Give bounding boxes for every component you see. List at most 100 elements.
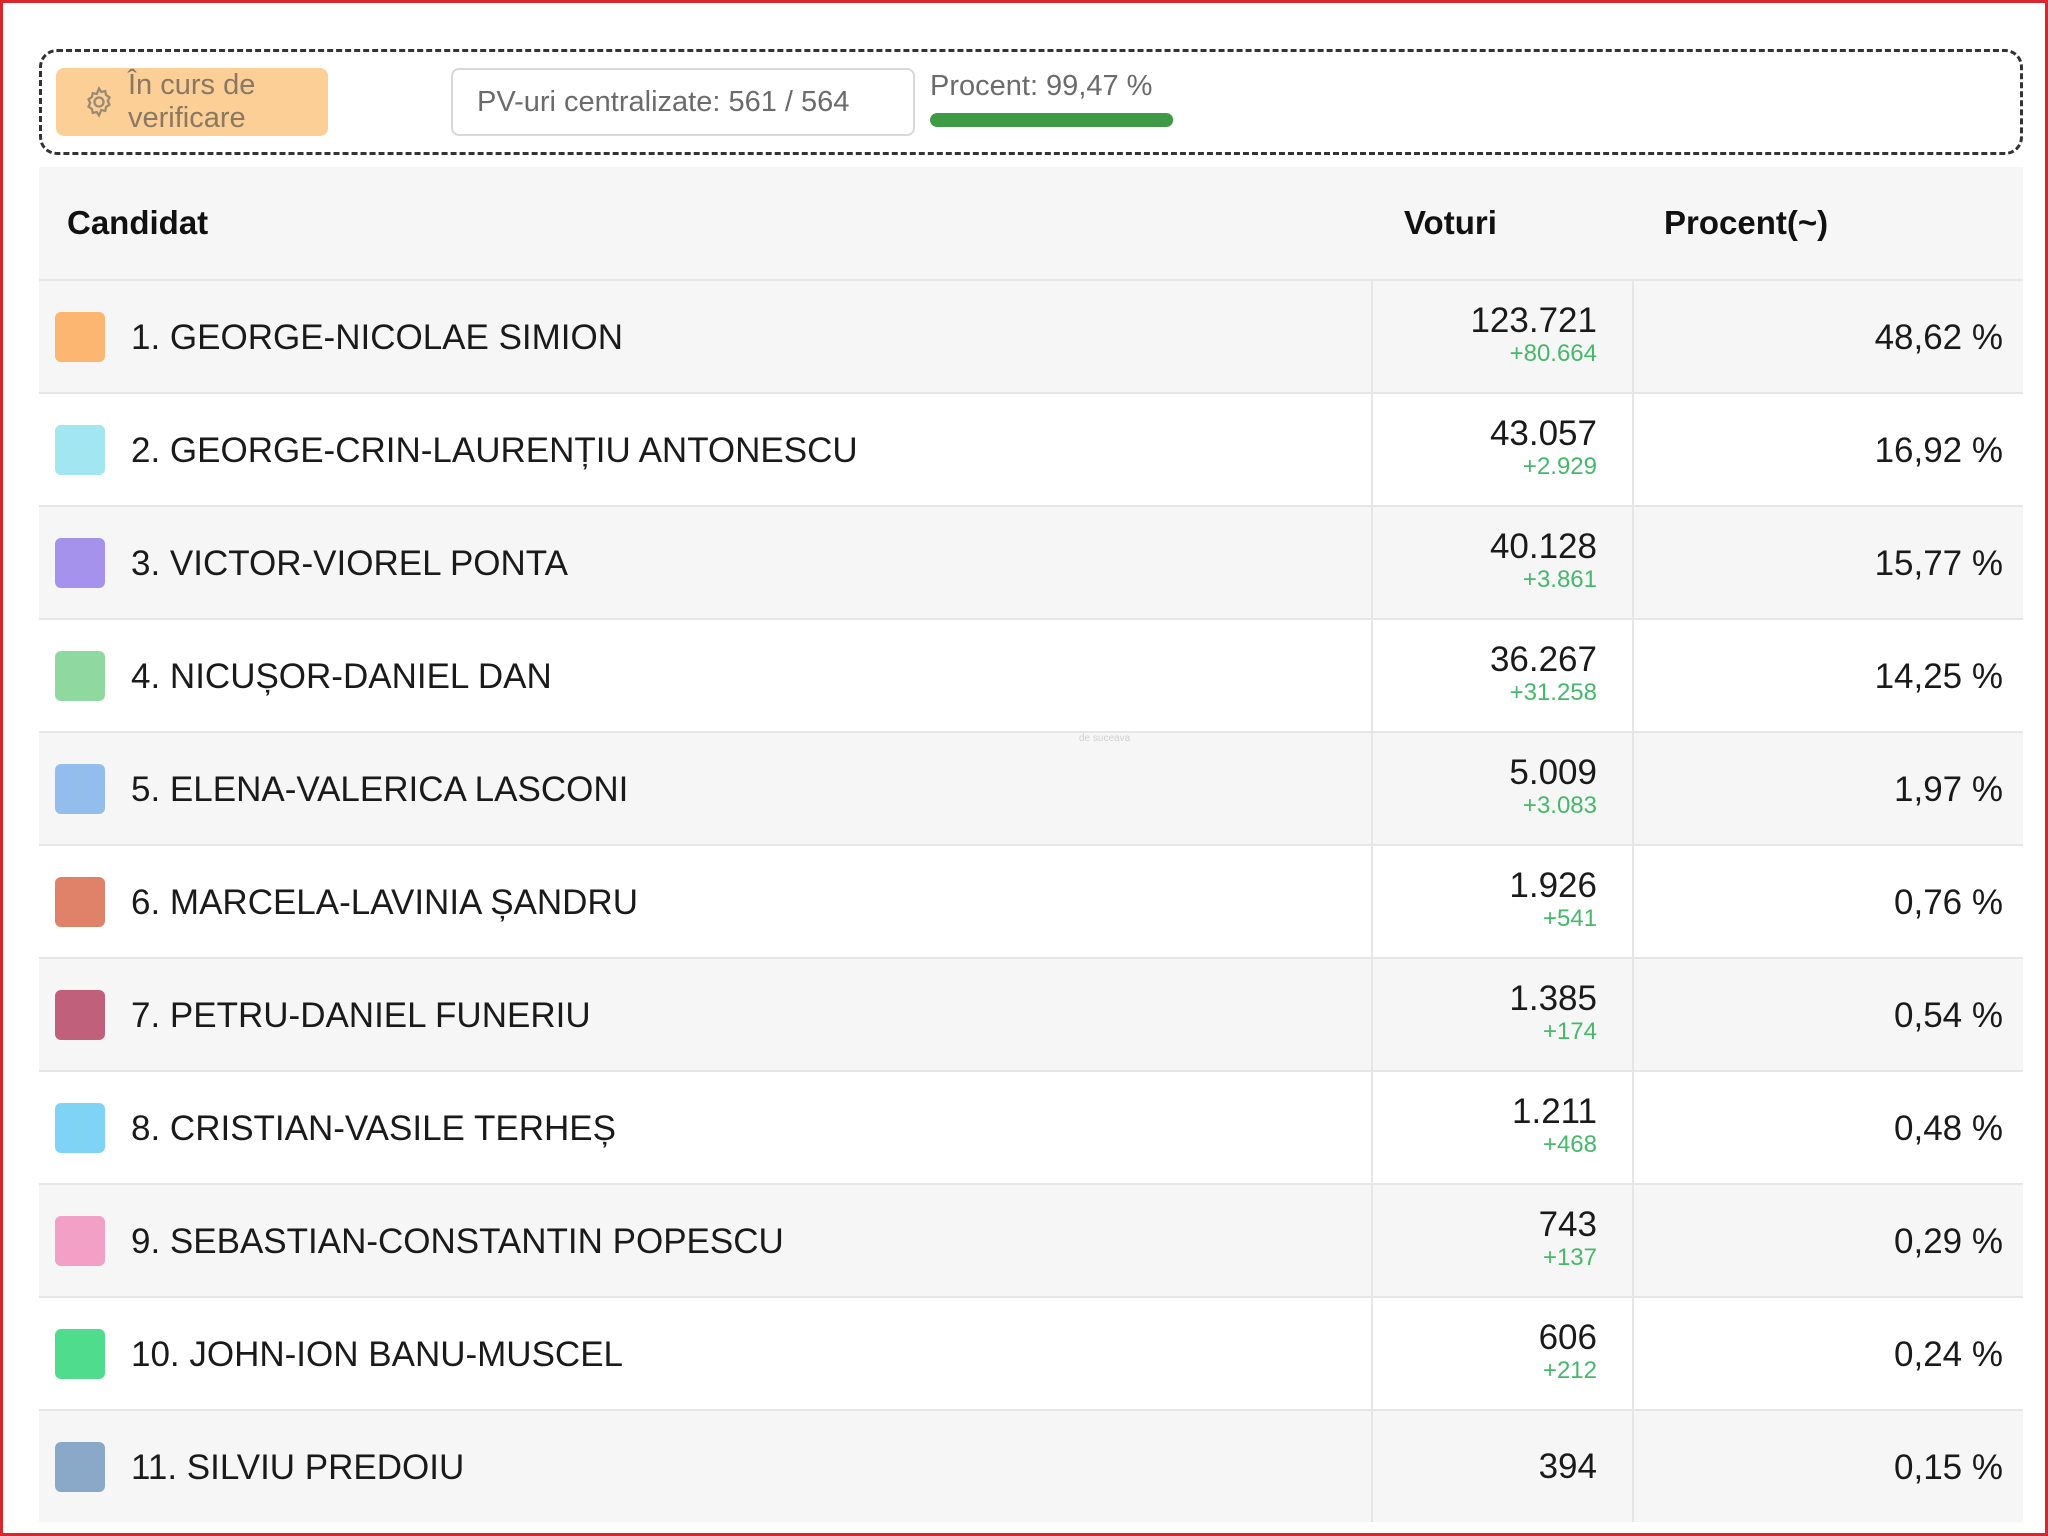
votes-total: 1.385 [1509,979,1597,1018]
votes-total: 1.211 [1512,1092,1597,1131]
percent-cell: 0,48 % [1894,1108,2003,1148]
procent-label: Procent: 99,47 % [930,70,1153,102]
candidate-name: 11. SILVIU PREDOIU [131,1447,465,1487]
table-row: 8. CRISTIAN-VASILE TERHEȘ 1.211 +468 0,48 % [39,1070,2023,1183]
results-table: Candidat Voturi Procent(~) 1. GEORGE-NIC… [39,167,2023,1522]
votes-delta: +174 [1542,1018,1597,1045]
percent-cell: 1,97 % [1894,769,2003,809]
votes-cell: 606 +212 [1539,1318,1597,1384]
candidate-color-swatch [55,1329,105,1379]
votes-delta: +3.861 [1522,566,1597,593]
percent-cell: 48,62 % [1874,317,2003,357]
votes-delta: +137 [1542,1244,1597,1271]
votes-cell: 123.721 +80.664 [1470,301,1597,367]
table-row: 10. JOHN-ION BANU-MUSCEL 606 +212 0,24 % [39,1296,2023,1409]
votes-total: 43.057 [1489,414,1597,453]
votes-delta: +80.664 [1509,340,1597,367]
candidate-name: 2. GEORGE-CRIN-LAURENȚIU ANTONESCU [131,430,858,470]
candidate-color-swatch [55,312,105,362]
votes-delta: +3.083 [1522,792,1597,819]
candidate-color-swatch [55,425,105,475]
candidate-name: 8. CRISTIAN-VASILE TERHEȘ [131,1108,616,1148]
votes-cell: 5.009 +3.083 [1509,753,1597,819]
votes-delta: +2.929 [1522,453,1597,480]
votes-delta: +31.258 [1509,679,1597,706]
procent-indicator: Procent: 99,47 % [930,70,1192,127]
header-candidat: Candidat [67,204,209,241]
candidate-name: 5. ELENA-VALERICA LASCONI [131,769,629,809]
candidate-name: 6. MARCELA-LAVINIA ȘANDRU [131,882,638,922]
percent-cell: 16,92 % [1874,430,2003,470]
page-frame: În curs de verificare PV-uri centralizat… [0,0,2048,1536]
column-divider [1632,394,1634,505]
votes-cell: 743 +137 [1539,1205,1597,1271]
table-row: 5. ELENA-VALERICA LASCONI 5.009 +3.083 1,97… [39,731,2023,844]
candidate-name: 3. VICTOR-VIOREL PONTA [131,543,568,583]
column-divider [1371,507,1373,618]
column-divider [1632,959,1634,1070]
percent-cell: 0,24 % [1894,1334,2003,1374]
votes-cell: 394 [1539,1447,1597,1487]
watermark: de suceava [1079,733,1131,744]
candidate-name: 9. SEBASTIAN-CONSTANTIN POPESCU [131,1221,784,1261]
votes-total: 123.721 [1470,301,1597,340]
percent-cell: 15,77 % [1874,543,2003,583]
pv-count-label: PV-uri centralizate: 561 / 564 [477,85,850,118]
column-divider [1371,959,1373,1070]
table-row: 1. GEORGE-NICOLAE SIMION 123.721 +80.664 48… [39,279,2023,392]
column-divider [1371,1298,1373,1409]
column-divider [1371,620,1373,731]
status-bar: În curs de verificare PV-uri centralizat… [39,49,2023,155]
table-row: 2. GEORGE-CRIN-LAURENȚIU ANTONESCU 43.057… [39,392,2023,505]
percent-cell: 0,76 % [1894,882,2003,922]
candidate-color-swatch [55,1103,105,1153]
header-procent: Procent(~) [1664,204,1829,241]
column-divider [1632,733,1634,844]
column-divider [1632,507,1634,618]
votes-total: 1.926 [1509,866,1597,905]
votes-total: 5.009 [1509,753,1597,792]
column-divider [1632,1185,1634,1296]
column-divider [1371,846,1373,957]
column-divider [1371,1185,1373,1296]
column-divider [1371,1072,1373,1183]
procent-progress-bar [930,113,1174,127]
table-row: 9. SEBASTIAN-CONSTANTIN POPESCU 743 +137 0,… [39,1183,2023,1296]
votes-cell: 40.128 +3.861 [1490,527,1597,593]
candidate-color-swatch [55,1442,105,1492]
candidate-color-swatch [55,651,105,701]
header-voturi: Voturi [1404,204,1497,241]
votes-total: 606 [1538,1318,1597,1357]
candidate-color-swatch [55,538,105,588]
table-row: 3. VICTOR-VIOREL PONTA 40.128 +3.861 15,77 … [39,505,2023,618]
percent-cell: 0,15 % [1894,1447,2003,1487]
votes-cell: 43.057 +2.929 [1490,414,1597,480]
candidate-name: 7. PETRU-DANIEL FUNERIU [131,995,591,1035]
column-divider [1632,1298,1634,1409]
column-divider [1632,620,1634,731]
candidate-color-swatch [55,877,105,927]
table-row: 11. SILVIU PREDOIU 394 0,15 % [39,1409,2023,1522]
votes-cell: 1.926 +541 [1509,866,1597,932]
column-divider [1632,1411,1634,1522]
candidate-name: 10. JOHN-ION BANU-MUSCEL [131,1334,624,1374]
column-divider [1632,281,1634,392]
percent-cell: 0,29 % [1894,1221,2003,1261]
votes-delta: +541 [1542,905,1597,932]
candidate-color-swatch [55,1216,105,1266]
table-header: Candidat Voturi Procent(~) [39,167,2023,279]
table-row: 6. MARCELA-LAVINIA ȘANDRU 1.926 +541 0,76 % [39,844,2023,957]
column-divider [1371,733,1373,844]
procent-progress-fill [930,113,1173,127]
candidate-name: 4. NICUȘOR-DANIEL DAN [131,656,552,696]
votes-total: 36.267 [1489,640,1597,679]
pv-count-badge: PV-uri centralizate: 561 / 564 [451,68,915,136]
percent-cell: 14,25 % [1874,656,2003,696]
verification-status-label: În curs de verificare [128,69,256,134]
candidate-color-swatch [55,764,105,814]
votes-delta: +468 [1542,1131,1597,1158]
candidate-color-swatch [55,990,105,1040]
votes-total: 743 [1538,1205,1597,1244]
column-divider [1371,1411,1373,1522]
votes-delta: +212 [1542,1357,1597,1384]
